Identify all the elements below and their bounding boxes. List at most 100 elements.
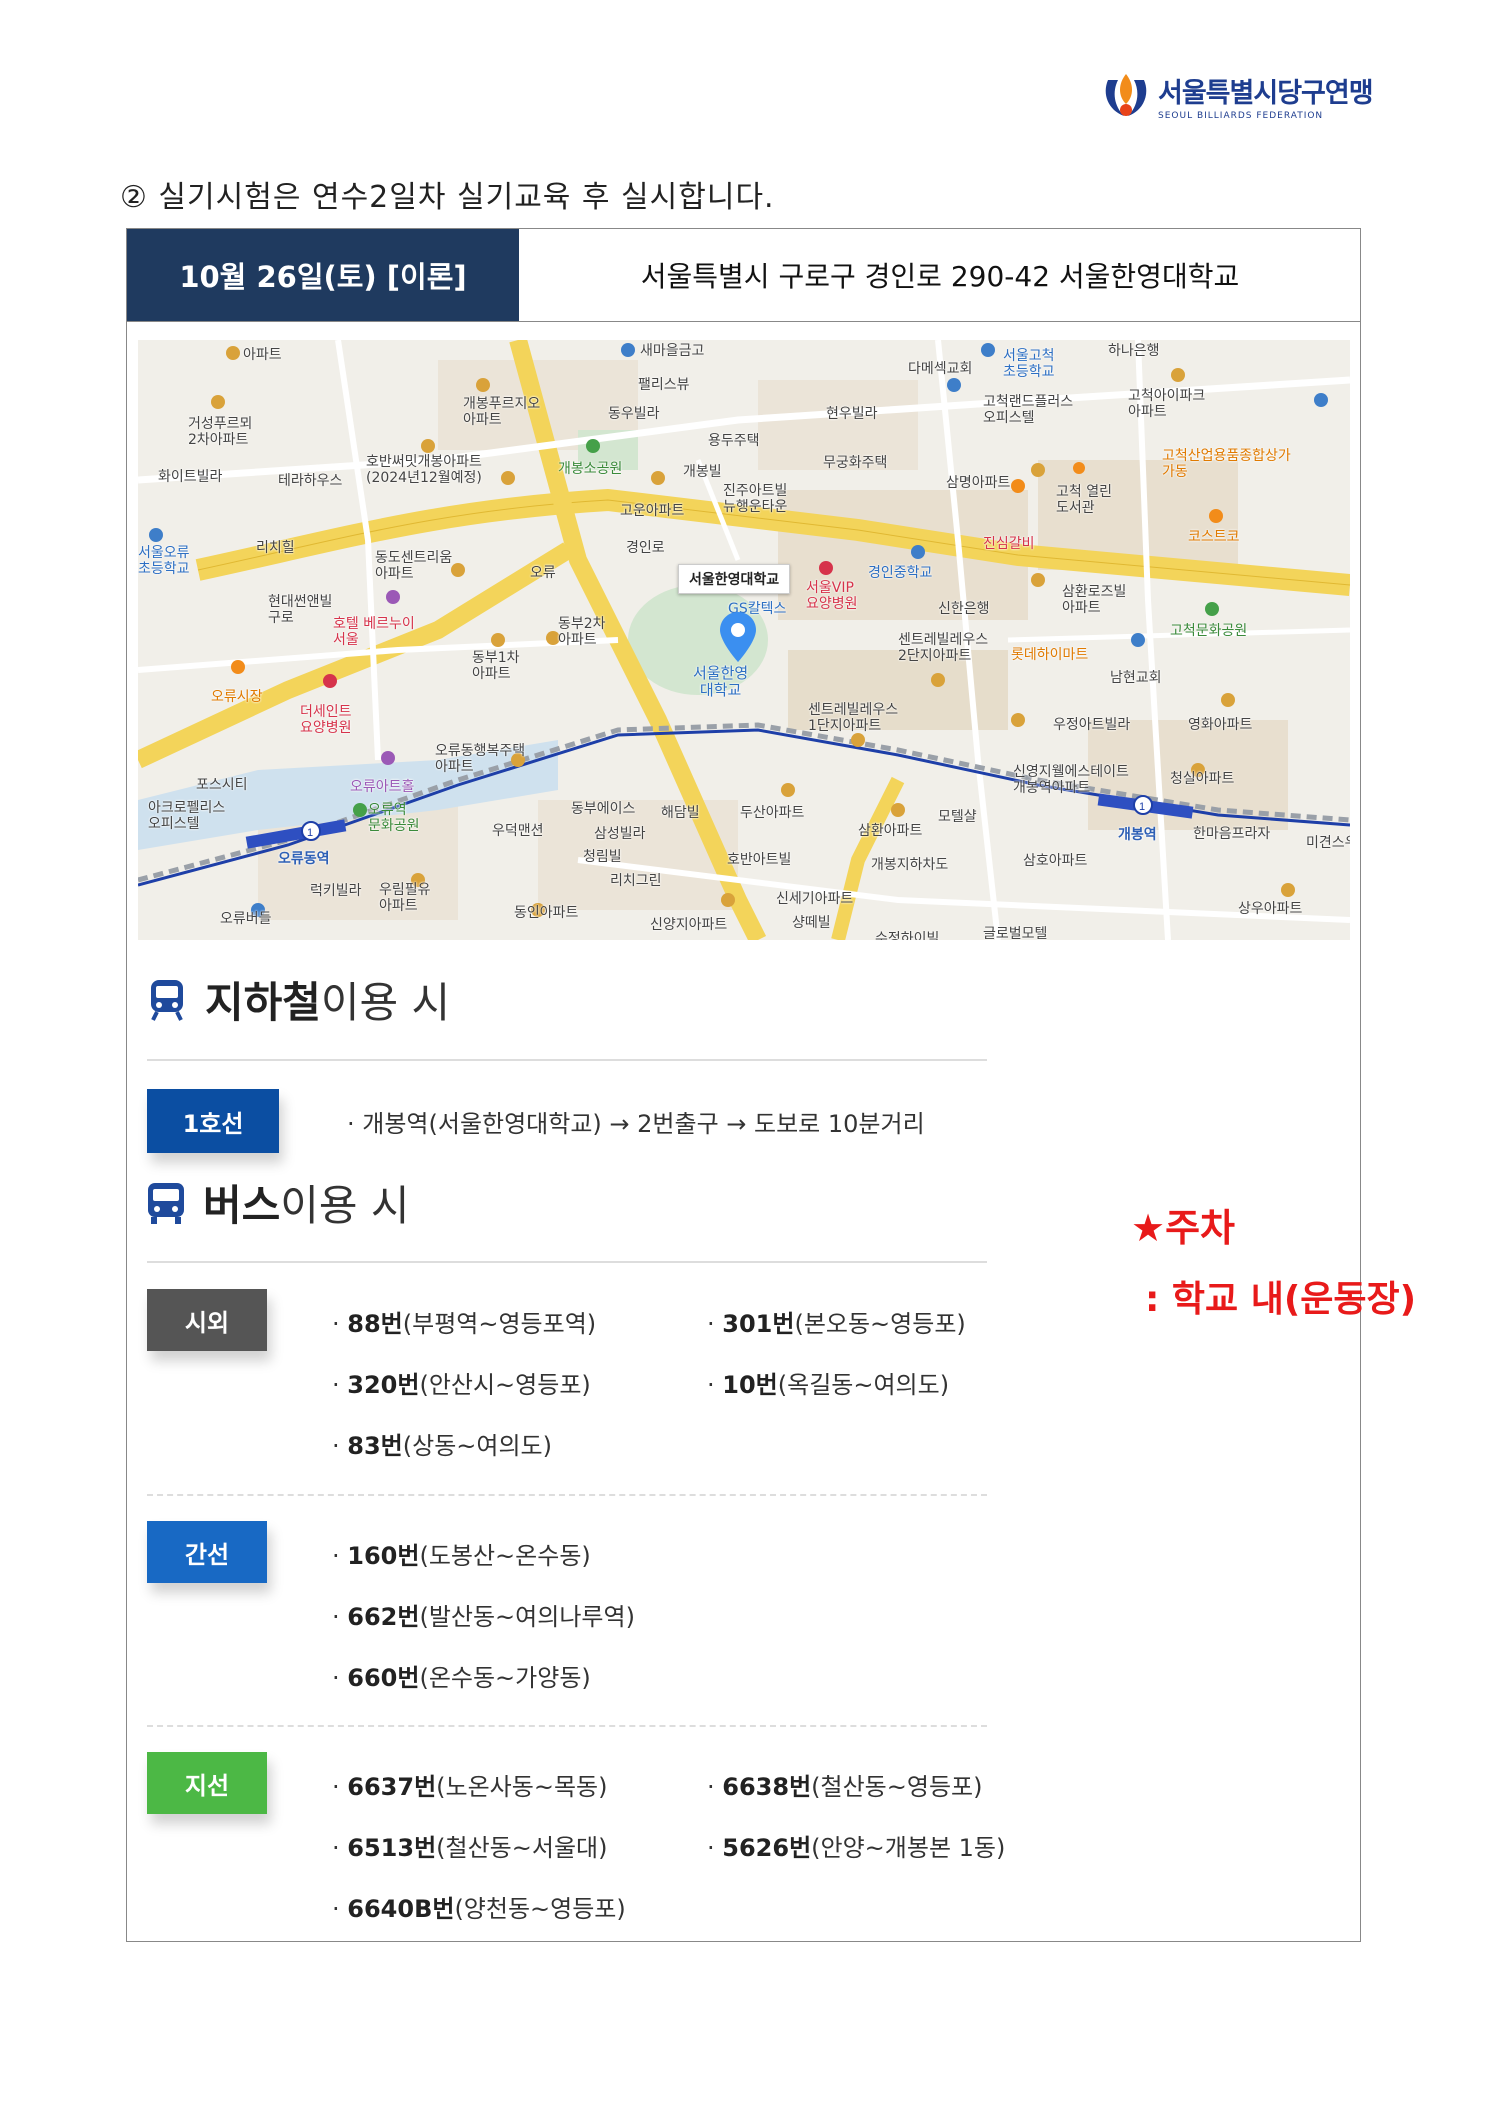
map-label: 동우빌라	[608, 406, 660, 422]
map-label: 현대썬앤빌 구로	[268, 594, 333, 626]
map-label: 아파트	[243, 347, 282, 363]
bus-route-item: · 6640B번(양천동~영등포)	[332, 1895, 626, 1923]
map-label: 삼환로즈빌 아파트	[1062, 584, 1127, 616]
map-label: 아크로펠리스 오피스텔	[148, 800, 226, 832]
map-label: 오류시장	[211, 689, 263, 705]
map-label: 글로벌모텔	[983, 926, 1048, 940]
map-label: 고척랜드플러스 오피스텔	[983, 394, 1074, 426]
bus-divider	[147, 1261, 987, 1263]
bus-route-item: · 6638번(철산동~영등포)	[707, 1773, 983, 1801]
map-label: 한마음프라자	[1193, 826, 1271, 842]
bus-route-item: · 160번(도봉산~온수동)	[332, 1542, 591, 1570]
map-label: 경인중학교	[868, 565, 933, 581]
location-map[interactable]: 1 1 아파트 개봉푸르지오 아파트 동우빌라 팰리스뷰 새마을금고 다메섹교회…	[138, 340, 1350, 940]
bus-route-item: · 6513번(철산동~서울대)	[332, 1834, 608, 1862]
map-label: 센트레빌레우스 1단지아파트	[808, 702, 899, 734]
map-label: 롯데하이마트	[1011, 647, 1089, 663]
map-label: 호텔 베르누이 서울	[333, 616, 415, 648]
map-label: 청림빌	[583, 849, 622, 865]
line1-badge: 1호선	[147, 1089, 279, 1153]
map-label: 모텔샬	[938, 809, 977, 825]
map-label: 용두주택	[708, 433, 760, 449]
map-label: 개봉푸르지오 아파트	[463, 396, 541, 428]
map-label: 청실아파트	[1170, 771, 1235, 787]
map-label: 동부에이스	[571, 801, 636, 817]
bus-icon	[148, 1182, 184, 1224]
map-label: 리치힐	[256, 540, 295, 556]
map-label: 포스시티	[196, 777, 248, 793]
map-label: 고척문화공원	[1170, 623, 1248, 639]
map-pin-label: 서울한영 대학교	[693, 664, 749, 699]
bus-route-item: · 320번(안산시~영등포)	[332, 1371, 591, 1399]
map-label: 신영지웰에스테이트 개봉역아파트	[1013, 764, 1129, 796]
map-label: 오류역 문화공원	[368, 802, 420, 834]
map-label: 하나은행	[1108, 343, 1160, 359]
parking-detail: : 학교 내(운동장)	[1145, 1279, 1417, 1320]
bus-title-rest: 이용 시	[280, 1181, 410, 1230]
bus-route-item: · 5626번(안양~개봉본 1동)	[707, 1834, 1006, 1862]
bus-route-item: · 660번(온수동~가양동)	[332, 1664, 591, 1692]
logo-name-en: SEOUL BILLIARDS FEDERATION	[1158, 111, 1324, 121]
map-label: 럭키빌라	[310, 883, 362, 899]
map-label: 오류동행복주택 아파트	[435, 743, 526, 775]
map-label: 동부1차 아파트	[472, 650, 520, 682]
subway-icon	[151, 979, 183, 1021]
map-label: 우덕맨션	[492, 823, 544, 839]
map-label: 삼환아파트	[858, 823, 923, 839]
map-label: 두산아파트	[740, 805, 805, 821]
federation-logo: 서울특별시당구연맹 SEOUL BILLIARDS FEDERATION	[1100, 70, 1374, 122]
map-label: 새마을금고	[640, 343, 705, 359]
map-label: 개봉빌	[683, 464, 722, 480]
map-label: 남현교회	[1110, 670, 1162, 686]
venue-address: 서울특별시 구로구 경인로 290-42 서울한영대학교	[640, 260, 1240, 293]
map-label: 팰리스뷰	[638, 377, 690, 393]
map-label: 영화아파트	[1188, 717, 1253, 733]
map-label: 고척아이파크 아파트	[1128, 388, 1206, 420]
map-label: 리치그린	[610, 873, 662, 889]
subway-directions: · 개봉역(서울한영대학교) → 2번출구 → 도보로 10분거리	[347, 1110, 925, 1138]
map-label: 미견스우	[1306, 835, 1350, 851]
header-divider	[127, 321, 1360, 322]
map-label: 오류버들	[220, 911, 272, 927]
subway-title-rest: 이용 시	[320, 978, 451, 1027]
bus-route-item: · 301번(본오동~영등포)	[707, 1310, 966, 1338]
map-label: 진심갈비	[983, 536, 1035, 552]
map-label: 해담빌	[661, 805, 700, 821]
map-callout: 서울한영대학교	[678, 564, 791, 594]
map-label: 호반써밋개봉아파트 (2024년12월예정)	[366, 454, 482, 486]
map-label: 고척산업용품종합상가 가동	[1162, 448, 1291, 480]
map-label: 삼성빌라	[594, 826, 646, 842]
trunk-bus-badge: 간선	[147, 1521, 267, 1583]
map-label: 경인로	[626, 540, 665, 556]
intercity-bus-badge: 시외	[147, 1289, 267, 1351]
map-label: 샹떼빌	[792, 915, 831, 931]
map-label: 서울오류 초등학교	[138, 545, 190, 577]
map-label: 더세인트 요양병원	[300, 704, 352, 736]
map-label: 개봉소공원	[558, 461, 623, 477]
map-label: 호반아트빌	[727, 852, 792, 868]
map-label: 현우빌라	[826, 406, 878, 422]
map-label: 서울VIP 요양병원	[806, 580, 858, 612]
parking-title: ★주차	[1131, 1206, 1235, 1250]
subway-divider	[147, 1059, 987, 1061]
map-label: 상우아파트	[1238, 901, 1303, 917]
map-label: 진주아트빌 뉴행운타운	[723, 483, 788, 515]
map-label: 무궁화주택	[823, 455, 888, 471]
venue-info-box: 10월 26일(토) [이론] 서울특별시 구로구 경인로 290-42 서울한…	[126, 228, 1416, 1942]
map-label: 오류아트홀	[350, 779, 415, 795]
map-label: 센트레빌레우스 2단지아파트	[898, 632, 989, 664]
bus-title-bold: 버스	[203, 1181, 281, 1230]
map-label: 서울고척 초등학교	[1003, 348, 1055, 380]
bus-route-item: · 88번(부평역~영등포역)	[332, 1310, 597, 1338]
map-label: 우림필유 아파트	[379, 882, 431, 914]
svg-text:1: 1	[307, 827, 313, 839]
map-label: 신한은행	[938, 601, 990, 617]
map-label: 테라하우스	[278, 473, 343, 489]
subway-title-bold: 지하철	[205, 978, 321, 1027]
map-label: 고운아파트	[620, 503, 685, 519]
subway-section-title: 지하철 이용 시	[145, 969, 450, 1030]
bus-group-divider	[147, 1494, 987, 1496]
branch-bus-badge: 지선	[147, 1752, 267, 1814]
session-date: 10월 26일(토) [이론]	[127, 229, 519, 321]
map-label: 화이트빌라	[158, 469, 223, 485]
